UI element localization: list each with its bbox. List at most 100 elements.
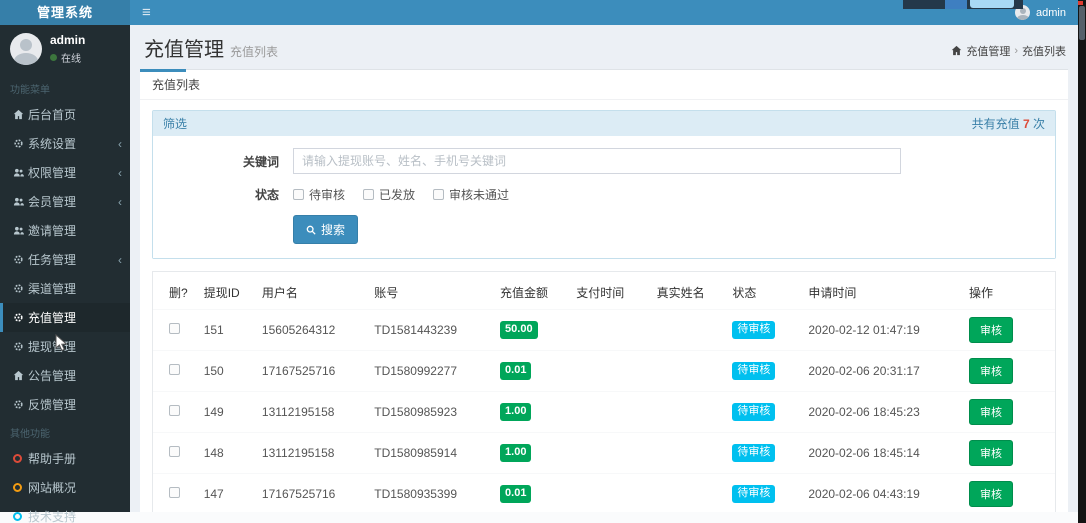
row-checkbox[interactable] <box>169 405 180 416</box>
sidebar-item-label: 后台首页 <box>28 106 122 123</box>
audit-button[interactable]: 审核 <box>969 481 1013 507</box>
row-checkbox[interactable] <box>169 446 180 457</box>
circle-o-icon <box>13 454 28 463</box>
gears-icon <box>13 341 28 352</box>
audit-button[interactable]: 审核 <box>969 440 1013 466</box>
column-header: 提现ID <box>196 276 254 310</box>
amount-badge: 1.00 <box>500 403 531 420</box>
sidebar-item-invite[interactable]: 邀请管理 <box>0 216 130 245</box>
column-header: 状态 <box>724 276 800 310</box>
sidebar-item-task[interactable]: 任务管理‹ <box>0 245 130 274</box>
sidebar-item-support[interactable]: 技术支持 <box>0 502 130 523</box>
column-header: 支付时间 <box>568 276 648 310</box>
sidebar-item-channel[interactable]: 渠道管理 <box>0 274 130 303</box>
status-option-1[interactable]: 已发放 <box>363 186 415 203</box>
cell-pay-time <box>568 392 648 433</box>
tab-recharge-list[interactable]: 充值列表 <box>152 78 200 92</box>
user-status: 在线 <box>50 50 85 65</box>
cell-account: TD1580992277 <box>366 351 492 392</box>
gears-icon <box>13 283 28 294</box>
app-logo[interactable]: 管理系统 <box>0 0 130 25</box>
column-header: 账号 <box>366 276 492 310</box>
status-checkbox[interactable] <box>433 189 444 200</box>
sidebar-item-label: 会员管理 <box>28 193 118 210</box>
status-checkboxes: 待审核 已发放 审核未通过 <box>293 186 509 203</box>
breadcrumb-separator: › <box>1014 45 1018 57</box>
user-panel: admin 在线 <box>0 25 130 75</box>
cell-pay-time <box>568 310 648 351</box>
sidebar-item-help[interactable]: 帮助手册 <box>0 444 130 473</box>
cell-withdraw-id: 147 <box>196 474 254 515</box>
user-avatar <box>10 33 42 65</box>
table-header-row: 删?提现ID用户名账号充值金额支付时间真实姓名状态申请时间操作 <box>153 276 1055 310</box>
cell-withdraw-id: 151 <box>196 310 254 351</box>
search-icon <box>306 225 316 235</box>
table-row: 15017167525716TD15809922770.01待审核2020-02… <box>153 351 1055 392</box>
sidebar-item-site[interactable]: 网站概况 <box>0 473 130 502</box>
column-header: 申请时间 <box>800 276 961 310</box>
sidebar-item-label: 邀请管理 <box>28 222 122 239</box>
filter-panel-title[interactable]: 筛选 <box>163 115 187 132</box>
breadcrumb-current[interactable]: 充值列表 <box>1022 43 1066 59</box>
sidebar-section-other: 其他功能 <box>0 419 130 444</box>
cell-username: 17167525716 <box>254 351 366 392</box>
audit-button[interactable]: 审核 <box>969 317 1013 343</box>
sidebar-toggle-icon[interactable]: ≡ <box>142 0 151 25</box>
cell-username: 13112195158 <box>254 392 366 433</box>
admin-screen: 管理系统 admin 在线 功能菜单 后台首页系统设置‹权限管理‹会员管理‹邀请… <box>0 0 1086 523</box>
row-checkbox[interactable] <box>169 487 180 498</box>
cell-apply-time: 2020-02-06 20:31:17 <box>800 351 961 392</box>
sidebar-item-withdraw[interactable]: 提现管理 <box>0 332 130 361</box>
row-checkbox[interactable] <box>169 364 180 375</box>
table-body: 15115605264312TD158144323950.00待审核2020-0… <box>153 310 1055 523</box>
status-checkbox[interactable] <box>363 189 374 200</box>
status-checkbox[interactable] <box>293 189 304 200</box>
table-row: 14913112195158TD15809859231.00待审核2020-02… <box>153 392 1055 433</box>
users-icon <box>13 225 28 236</box>
gears-icon <box>13 138 28 149</box>
circle-o-icon <box>13 483 28 492</box>
audit-button[interactable]: 审核 <box>969 358 1013 384</box>
sidebar-item-feedback[interactable]: 反馈管理 <box>0 390 130 419</box>
breadcrumb-root[interactable]: 充值管理 <box>966 43 1010 59</box>
sidebar-item-label: 权限管理 <box>28 164 118 181</box>
audit-button[interactable]: 审核 <box>969 399 1013 425</box>
cell-real-name <box>649 392 725 433</box>
amount-badge: 0.01 <box>500 485 531 502</box>
sidebar-item-permission[interactable]: 权限管理‹ <box>0 158 130 187</box>
sidebar-item-notice[interactable]: 公告管理 <box>0 361 130 390</box>
column-header: 充值金额 <box>492 276 568 310</box>
sidebar-item-recharge[interactable]: 充值管理 <box>0 303 130 332</box>
amount-badge: 1.00 <box>500 444 531 461</box>
keyword-input[interactable] <box>293 148 901 174</box>
breadcrumb: 充值管理 › 充值列表 <box>951 43 1066 59</box>
sidebar-item-system[interactable]: 系统设置‹ <box>0 129 130 158</box>
search-button[interactable]: 搜索 <box>293 215 358 244</box>
sidebar-item-label: 网站概况 <box>28 479 122 496</box>
sidebar-item-label: 反馈管理 <box>28 396 122 413</box>
cell-apply-time: 2020-02-06 18:45:14 <box>800 433 961 474</box>
chevron-left-icon: ‹ <box>118 253 122 267</box>
status-badge: 待审核 <box>732 321 775 338</box>
recording-indicator-icon <box>1078 1 1083 5</box>
sidebar-item-label: 公告管理 <box>28 367 122 384</box>
cell-apply-time: 2020-02-12 01:47:19 <box>800 310 961 351</box>
amount-badge: 50.00 <box>500 321 538 338</box>
recharge-table-panel: 删?提现ID用户名账号充值金额支付时间真实姓名状态申请时间操作 15115605… <box>152 271 1056 523</box>
sidebar-item-home[interactable]: 后台首页 <box>0 100 130 129</box>
amount-badge: 0.01 <box>500 362 531 379</box>
page-scrollbar <box>1078 0 1086 523</box>
sidebar-item-label: 渠道管理 <box>28 280 122 297</box>
column-header: 真实姓名 <box>649 276 725 310</box>
app-title: 管理系统 <box>37 5 93 20</box>
home-icon <box>13 370 28 381</box>
bottom-strip <box>0 512 1086 523</box>
status-option-2[interactable]: 审核未通过 <box>433 186 509 203</box>
cell-real-name <box>649 433 725 474</box>
sidebar-item-member[interactable]: 会员管理‹ <box>0 187 130 216</box>
scrollbar-thumb[interactable] <box>1079 6 1085 40</box>
row-checkbox[interactable] <box>169 323 180 334</box>
gears-icon <box>13 312 28 323</box>
status-option-0[interactable]: 待审核 <box>293 186 345 203</box>
sidebar: 管理系统 admin 在线 功能菜单 后台首页系统设置‹权限管理‹会员管理‹邀请… <box>0 0 130 512</box>
